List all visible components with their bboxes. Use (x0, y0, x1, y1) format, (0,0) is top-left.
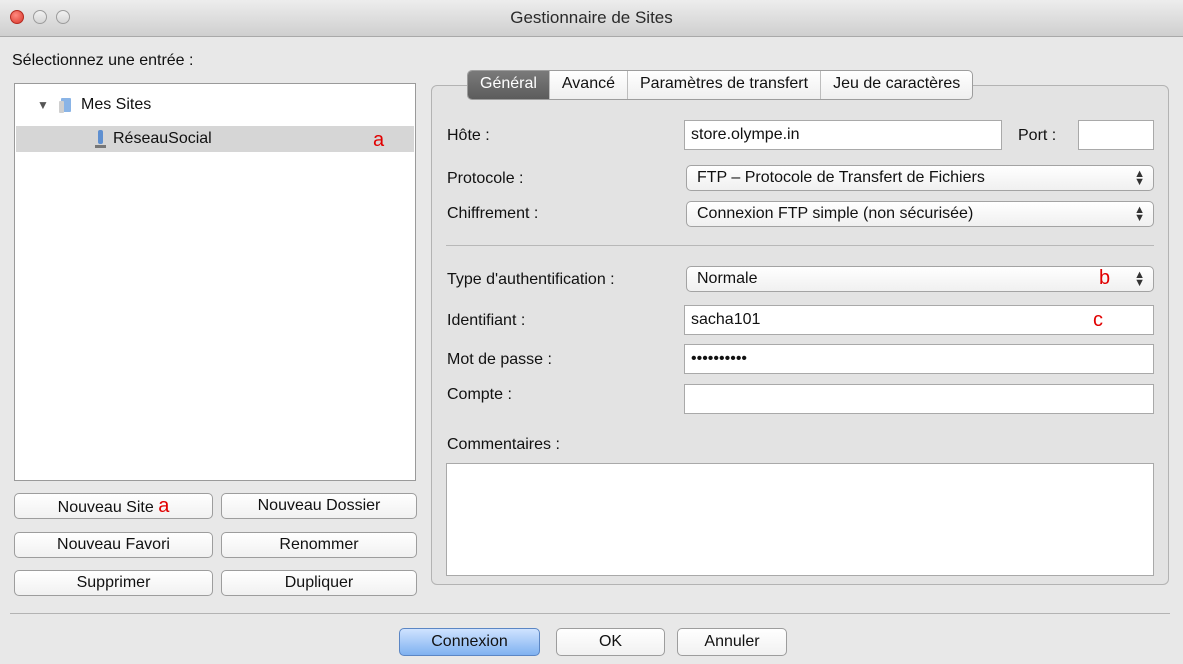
stepper-arrows-icon: ▲ ▼ (1134, 168, 1145, 188)
password-label: Mot de passe : (447, 351, 552, 368)
password-input[interactable]: •••••••••• (684, 344, 1154, 374)
auth-type-value: Normale (697, 270, 758, 287)
new-site-label: Nouveau Site (57, 499, 154, 516)
tree-root-mes-sites[interactable]: ▼ Mes Sites (37, 94, 151, 116)
comments-label: Commentaires : (447, 436, 560, 453)
tree-item-label: RéseauSocial (113, 130, 212, 147)
site-tree[interactable]: ▼ Mes Sites RéseauSocial a (14, 83, 416, 481)
auth-type-label: Type d'authentification : (447, 271, 615, 288)
tab-bar: Général Avancé Paramètres de transfert J… (467, 70, 974, 100)
auth-type-select[interactable]: Normale b ▲ ▼ (686, 266, 1154, 292)
delete-button[interactable]: Supprimer (14, 570, 213, 596)
tree-item-reseausocial[interactable] (16, 126, 414, 152)
stepper-arrows-icon: ▲ ▼ (1134, 269, 1145, 289)
cancel-button[interactable]: Annuler (677, 628, 787, 656)
new-site-button[interactable]: Nouveau Site a (14, 493, 213, 519)
rename-button[interactable]: Renommer (221, 532, 417, 558)
annotation-marker-c: c (1093, 309, 1103, 331)
tree-root-label: Mes Sites (81, 96, 152, 113)
account-input[interactable] (684, 384, 1154, 414)
duplicate-button[interactable]: Dupliquer (221, 570, 417, 596)
annotation-marker-b: b (1099, 267, 1111, 289)
annotation-marker-a: a (373, 129, 385, 151)
title-bar: Gestionnaire de Sites (0, 0, 1183, 37)
username-input[interactable]: sacha101 c (684, 305, 1154, 335)
tab-charset[interactable]: Jeu de caractères (821, 71, 972, 99)
protocol-label: Protocole : (447, 170, 524, 187)
account-label: Compte : (447, 386, 512, 403)
encryption-label: Chiffrement : (447, 205, 539, 222)
tab-advanced[interactable]: Avancé (550, 71, 628, 99)
host-label: Hôte : (447, 127, 490, 144)
protocol-select[interactable]: FTP – Protocole de Transfert de Fichiers… (686, 165, 1154, 191)
encryption-select[interactable]: Connexion FTP simple (non sécurisée) ▲ ▼ (686, 201, 1154, 227)
username-value: sacha101 (691, 311, 761, 328)
new-bookmark-button[interactable]: Nouveau Favori (14, 532, 213, 558)
stepper-arrows-icon: ▲ ▼ (1134, 204, 1145, 224)
comments-textarea[interactable] (446, 463, 1154, 576)
connect-button[interactable]: Connexion (399, 628, 540, 656)
section-divider (446, 245, 1154, 246)
port-input[interactable] (1078, 120, 1154, 150)
port-label: Port : (1018, 127, 1057, 144)
server-icon (95, 130, 106, 148)
tab-general[interactable]: Général (468, 71, 550, 99)
annotation-marker-a: a (158, 495, 170, 517)
footer-divider (10, 613, 1170, 614)
window-title: Gestionnaire de Sites (510, 8, 673, 27)
disclosure-triangle-icon[interactable]: ▼ (37, 98, 51, 112)
encryption-value: Connexion FTP simple (non sécurisée) (697, 205, 974, 222)
host-input[interactable]: store.olympe.in (684, 120, 1002, 150)
new-folder-button[interactable]: Nouveau Dossier (221, 493, 417, 519)
select-entry-label: Sélectionnez une entrée : (12, 52, 194, 69)
username-label: Identifiant : (447, 312, 526, 329)
ok-button[interactable]: OK (556, 628, 665, 656)
protocol-value: FTP – Protocole de Transfert de Fichiers (697, 169, 985, 186)
tree-item-reseausocial-content[interactable]: RéseauSocial (95, 128, 212, 150)
folder-icon (59, 97, 73, 113)
tab-transfer-settings[interactable]: Paramètres de transfert (628, 71, 822, 99)
